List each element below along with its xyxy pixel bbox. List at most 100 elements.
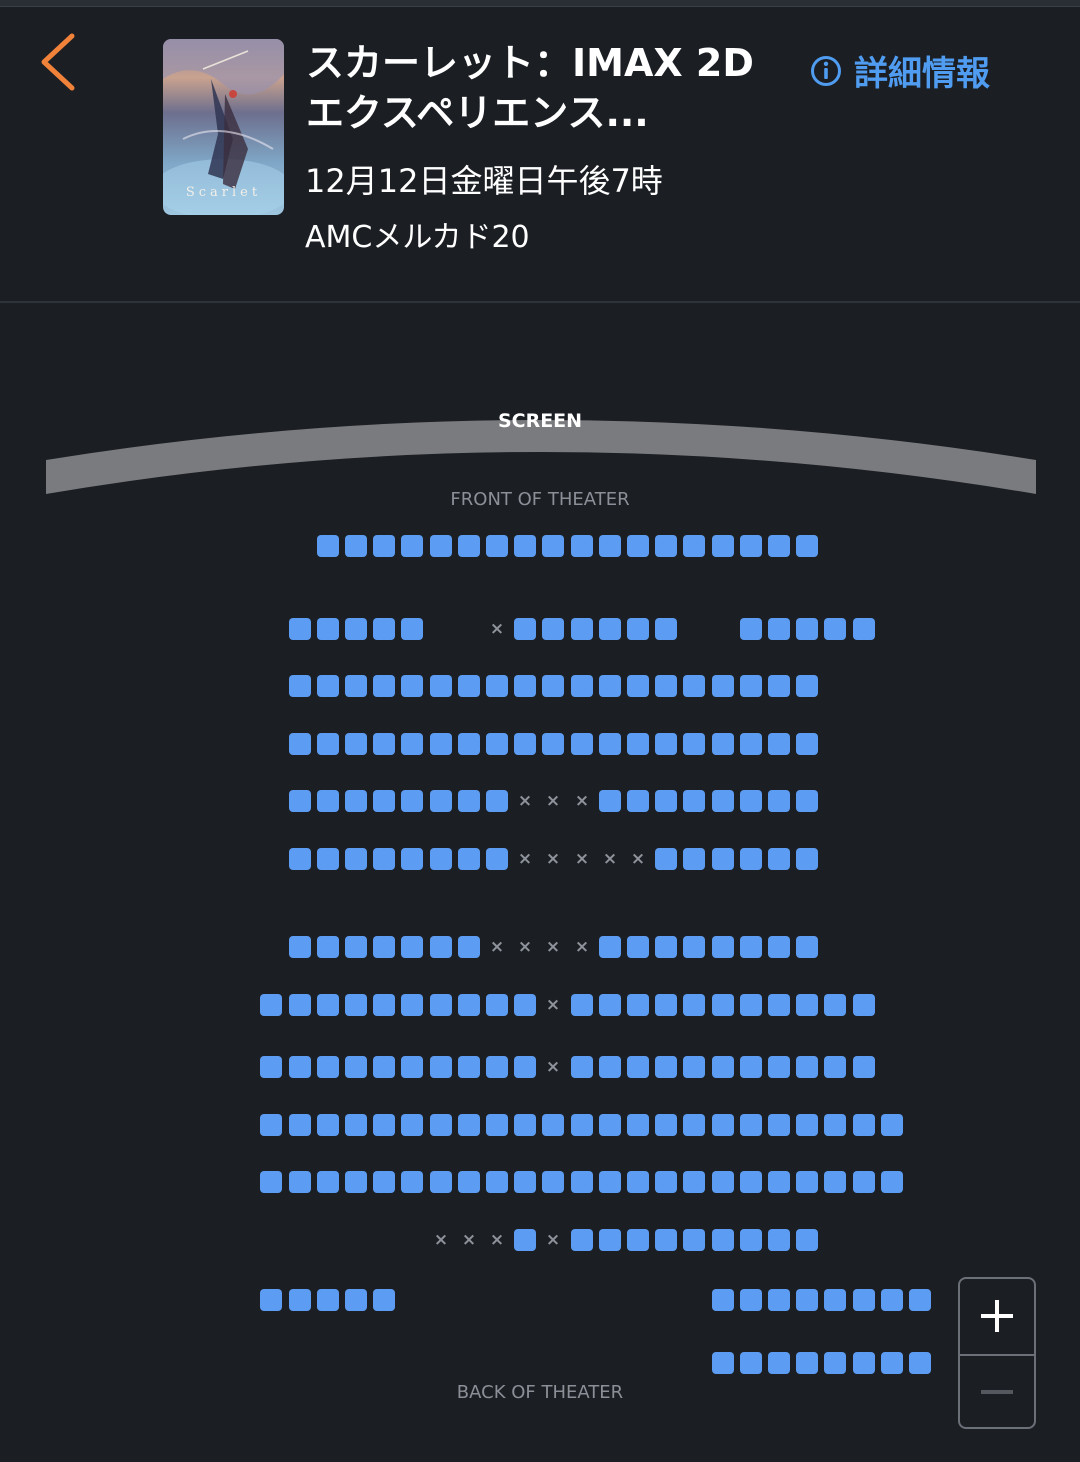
seat-available[interactable] <box>486 535 508 557</box>
seat-available[interactable] <box>824 618 846 640</box>
seat-available[interactable] <box>542 1171 564 1193</box>
seat-available[interactable] <box>317 675 339 697</box>
seat-available[interactable] <box>317 848 339 870</box>
seat-available[interactable] <box>317 936 339 958</box>
seat-available[interactable] <box>514 1171 536 1193</box>
seat-available[interactable] <box>401 1171 423 1193</box>
seat-available[interactable] <box>401 936 423 958</box>
seat-available[interactable] <box>824 1056 846 1078</box>
seat-available[interactable] <box>599 535 621 557</box>
seat-available[interactable] <box>458 848 480 870</box>
seat-available[interactable] <box>683 994 705 1016</box>
seat-available[interactable] <box>430 936 452 958</box>
seat-available[interactable] <box>458 790 480 812</box>
seat-available[interactable] <box>740 994 762 1016</box>
seat-available[interactable] <box>599 1171 621 1193</box>
seat-available[interactable] <box>768 1289 790 1311</box>
seat-available[interactable] <box>740 1171 762 1193</box>
seat-available[interactable] <box>881 1352 903 1374</box>
seat-available[interactable] <box>317 1056 339 1078</box>
seat-available[interactable] <box>345 1289 367 1311</box>
seat-available[interactable] <box>317 535 339 557</box>
seat-available[interactable] <box>430 1056 452 1078</box>
seat-available[interactable] <box>486 994 508 1016</box>
seat-available[interactable] <box>740 1229 762 1251</box>
seat-available[interactable] <box>373 1289 395 1311</box>
back-button[interactable] <box>38 32 82 92</box>
seat-available[interactable] <box>260 994 282 1016</box>
seat-available[interactable] <box>373 936 395 958</box>
seat-available[interactable] <box>655 1056 677 1078</box>
seat-available[interactable] <box>260 1289 282 1311</box>
seat-available[interactable] <box>655 1229 677 1251</box>
seat-available[interactable] <box>317 1114 339 1136</box>
seat-available[interactable] <box>768 994 790 1016</box>
seat-available[interactable] <box>627 994 649 1016</box>
seat-available[interactable] <box>796 1114 818 1136</box>
seat-available[interactable] <box>345 994 367 1016</box>
seat-available[interactable] <box>401 1114 423 1136</box>
seat-available[interactable] <box>542 675 564 697</box>
seat-available[interactable] <box>514 535 536 557</box>
seat-available[interactable] <box>458 1114 480 1136</box>
seat-available[interactable] <box>289 848 311 870</box>
seat-available[interactable] <box>796 675 818 697</box>
seat-available[interactable] <box>599 790 621 812</box>
seat-available[interactable] <box>373 1171 395 1193</box>
seat-available[interactable] <box>796 733 818 755</box>
seat-available[interactable] <box>373 535 395 557</box>
seat-available[interactable] <box>740 1289 762 1311</box>
seat-available[interactable] <box>627 675 649 697</box>
seat-available[interactable] <box>740 790 762 812</box>
seat-available[interactable] <box>260 1056 282 1078</box>
seat-available[interactable] <box>289 1056 311 1078</box>
seat-available[interactable] <box>289 936 311 958</box>
seat-available[interactable] <box>683 848 705 870</box>
seat-available[interactable] <box>712 733 734 755</box>
seat-available[interactable] <box>430 790 452 812</box>
seat-available[interactable] <box>345 848 367 870</box>
seat-available[interactable] <box>683 936 705 958</box>
seat-available[interactable] <box>486 733 508 755</box>
seat-available[interactable] <box>853 1056 875 1078</box>
seat-available[interactable] <box>514 618 536 640</box>
seat-available[interactable] <box>683 733 705 755</box>
seat-available[interactable] <box>853 618 875 640</box>
seat-available[interactable] <box>373 848 395 870</box>
seat-available[interactable] <box>768 1114 790 1136</box>
seat-available[interactable] <box>430 994 452 1016</box>
seat-available[interactable] <box>373 1114 395 1136</box>
seat-available[interactable] <box>599 675 621 697</box>
details-link[interactable]: 詳細情報 <box>810 46 990 95</box>
seat-available[interactable] <box>486 1171 508 1193</box>
seat-available[interactable] <box>683 790 705 812</box>
seat-available[interactable] <box>289 675 311 697</box>
seat-available[interactable] <box>909 1352 931 1374</box>
seat-available[interactable] <box>430 1114 452 1136</box>
seat-available[interactable] <box>317 1171 339 1193</box>
seat-available[interactable] <box>289 790 311 812</box>
seat-available[interactable] <box>430 1171 452 1193</box>
seat-available[interactable] <box>796 994 818 1016</box>
seat-available[interactable] <box>655 936 677 958</box>
seat-available[interactable] <box>627 1114 649 1136</box>
seat-available[interactable] <box>571 1056 593 1078</box>
seat-available[interactable] <box>458 1056 480 1078</box>
seat-available[interactable] <box>712 1056 734 1078</box>
seat-available[interactable] <box>317 733 339 755</box>
seat-available[interactable] <box>289 618 311 640</box>
seat-available[interactable] <box>683 1171 705 1193</box>
seat-available[interactable] <box>514 1114 536 1136</box>
seat-available[interactable] <box>571 1171 593 1193</box>
seat-available[interactable] <box>824 1171 846 1193</box>
seat-available[interactable] <box>796 1352 818 1374</box>
seat-available[interactable] <box>430 733 452 755</box>
seat-available[interactable] <box>289 733 311 755</box>
seat-available[interactable] <box>317 1289 339 1311</box>
seat-available[interactable] <box>514 1229 536 1251</box>
seat-available[interactable] <box>542 618 564 640</box>
seat-available[interactable] <box>683 1114 705 1136</box>
seat-available[interactable] <box>373 994 395 1016</box>
seat-available[interactable] <box>571 994 593 1016</box>
seat-available[interactable] <box>571 1229 593 1251</box>
